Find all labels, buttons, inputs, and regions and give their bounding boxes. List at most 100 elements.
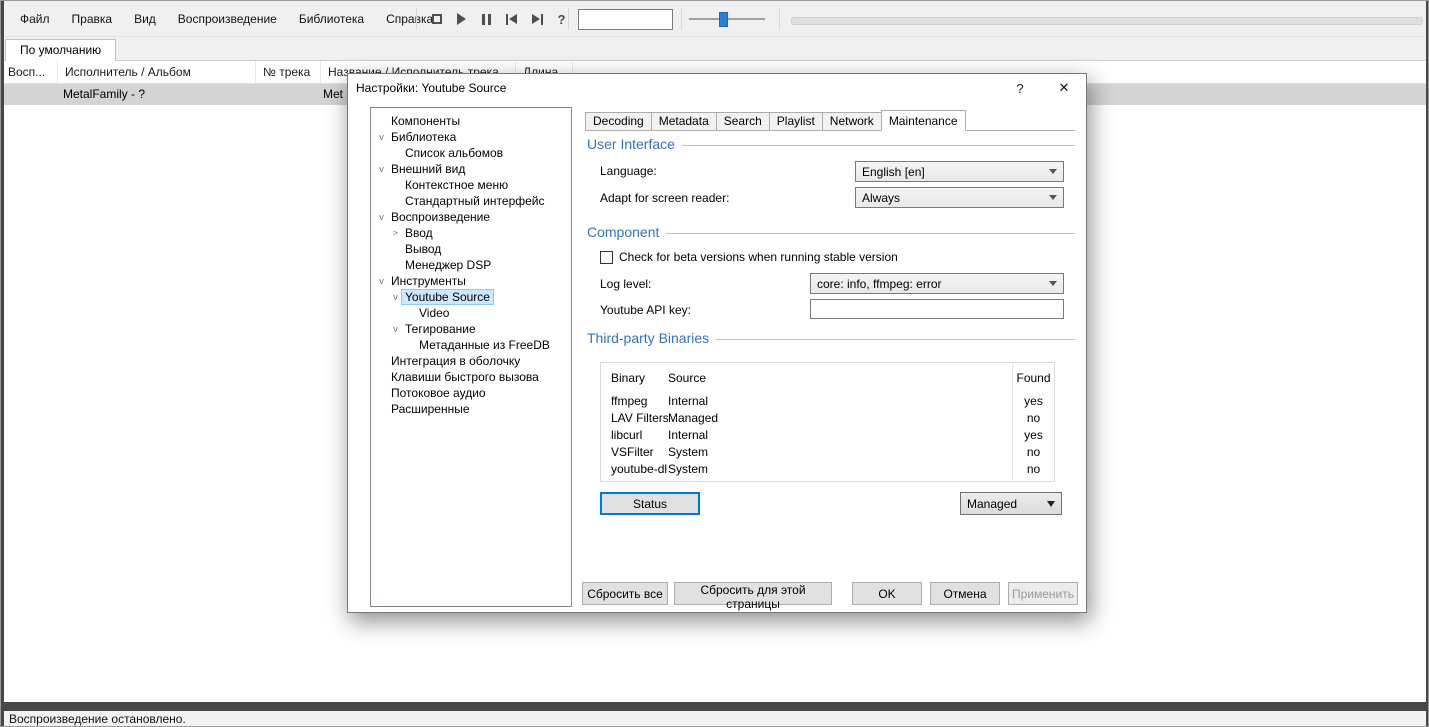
tree-item-19[interactable]: Расширенные [371, 401, 571, 417]
tree-item-9[interactable]: Вывод [371, 241, 571, 257]
status-button[interactable]: Status [600, 492, 700, 515]
cell-source: System [668, 462, 1013, 476]
tree-item-label: Инструменты [388, 274, 469, 288]
tree-item-7[interactable]: vВоспроизведение [371, 209, 571, 225]
cell-binary: LAV Filters [601, 411, 668, 425]
stop-button[interactable] [425, 8, 448, 30]
tree-item-2[interactable]: vБиблиотека [371, 129, 571, 145]
reset-page-button[interactable]: Сбросить для этой страницы [674, 582, 832, 605]
tab-playlist[interactable]: Playlist [769, 112, 823, 130]
menu-item-3[interactable]: Вид [123, 12, 167, 26]
menu-item-2[interactable]: Правка [61, 12, 124, 26]
chevron-down-icon [1049, 281, 1057, 286]
menu-item-5[interactable]: Библиотека [288, 12, 375, 26]
play-button[interactable] [450, 8, 473, 30]
tree-expanded-icon: v [389, 324, 402, 334]
tree-item-16[interactable]: Интеграция в оболочку [371, 353, 571, 369]
column-header-1[interactable]: Восп... [1, 61, 58, 83]
column-header-2[interactable]: Исполнитель / Альбом [58, 61, 256, 83]
pause-button[interactable] [475, 8, 498, 30]
dialog-title: Настройки: Youtube Source [356, 74, 506, 102]
screen-reader-value: Always [862, 191, 900, 205]
tab-network[interactable]: Network [822, 112, 882, 130]
cell-binary: VSFilter [601, 445, 668, 459]
binaries-col-source: Source [668, 371, 1013, 385]
youtube-api-key-input[interactable] [810, 299, 1064, 319]
pause-icon [482, 14, 491, 25]
playlist-tab[interactable]: По умолчанию [5, 39, 116, 61]
managed-label: Managed [967, 497, 1017, 511]
section-header-component: Component [587, 224, 1075, 240]
tree-item-label: Вывод [402, 242, 444, 256]
menu-item-4[interactable]: Воспроизведение [167, 12, 288, 26]
tree-item-label: Внешний вид [388, 162, 468, 176]
tree-item-8[interactable]: >Ввод [371, 225, 571, 241]
ok-button[interactable]: OK [852, 582, 922, 605]
dialog-tabs: DecodingMetadataSearchPlaylistNetworkMai… [585, 110, 1075, 131]
seekbar[interactable] [791, 17, 1423, 25]
tree-item-label: Контекстное меню [402, 178, 511, 192]
tree-item-label: Потоковое аудио [388, 386, 489, 400]
beta-checkbox-row[interactable]: Check for beta versions when running sta… [600, 250, 898, 264]
tree-item-11[interactable]: vИнструменты [371, 273, 571, 289]
tree-expanded-icon: v [389, 292, 402, 302]
tab-maintenance[interactable]: Maintenance [881, 110, 966, 131]
binaries-table: BinarySourceFound ffmpegInternalyesLAV F… [600, 362, 1055, 482]
volume-handle[interactable] [719, 12, 728, 27]
preferences-dialog: Настройки: Youtube Source ? ✕ Компоненты… [347, 73, 1087, 613]
tab-search[interactable]: Search [716, 112, 770, 130]
beta-checkbox[interactable] [600, 251, 613, 264]
window-border-bottom [1, 702, 1428, 711]
tab-metadata[interactable]: Metadata [651, 112, 717, 130]
tree-item-label: Расширенные [388, 402, 473, 416]
tree-item-label: Стандартный интерфейс [402, 194, 548, 208]
reset-all-button[interactable]: Сбросить все [582, 582, 668, 605]
tree-item-label: Интеграция в оболочку [388, 354, 523, 368]
section-header-user-interface: User Interface [587, 136, 1075, 152]
tree-item-10[interactable]: Менеджер DSP [371, 257, 571, 273]
binaries-row-5[interactable]: youtube-dlSystemno [601, 460, 1054, 477]
dialog-titlebar[interactable]: Настройки: Youtube Source ? ✕ [348, 74, 1086, 102]
binaries-row-4[interactable]: VSFilterSystemno [601, 443, 1054, 460]
cell-found: no [1013, 462, 1054, 476]
tree-item-15[interactable]: Метаданные из FreeDB [371, 337, 571, 353]
tree-expanded-icon: v [375, 164, 388, 174]
tree-item-17[interactable]: Клавиши быстрого вызова [371, 369, 571, 385]
binaries-row-1[interactable]: ffmpegInternalyes [601, 392, 1054, 409]
youtube-api-key-label: Youtube API key: [600, 303, 691, 317]
tree-item-5[interactable]: Контекстное меню [371, 177, 571, 193]
tree-item-6[interactable]: Стандартный интерфейс [371, 193, 571, 209]
tree-expanded-icon: v [375, 132, 388, 142]
close-button[interactable]: ✕ [1044, 74, 1084, 102]
tree-item-13[interactable]: Video [371, 305, 571, 321]
menu-item-1[interactable]: Файл [9, 12, 61, 26]
screen-reader-select[interactable]: Always [855, 187, 1064, 208]
language-select[interactable]: English [en] [855, 161, 1064, 182]
tree-item-3[interactable]: Список альбомов [371, 145, 571, 161]
help-button[interactable]: ? [1003, 74, 1037, 102]
section-header-third-party-binaries: Third-party Binaries [587, 330, 1075, 346]
section-title: Component [587, 224, 659, 240]
previous-button[interactable] [500, 8, 523, 30]
tree-item-18[interactable]: Потоковое аудио [371, 385, 571, 401]
binaries-col-binary: Binary [601, 371, 668, 385]
column-header-3[interactable]: № трека [256, 61, 321, 83]
volume-slider[interactable] [689, 12, 765, 27]
log-level-select[interactable]: core: info, ffmpeg: error [810, 273, 1064, 294]
help-button[interactable]: ? [550, 8, 573, 30]
tree-item-label: Библиотека [388, 130, 459, 144]
binaries-row-2[interactable]: LAV FiltersManagedno [601, 409, 1054, 426]
cell-found: no [1013, 411, 1054, 425]
search-input[interactable] [578, 9, 673, 30]
cell-found: no [1013, 445, 1054, 459]
next-button[interactable] [525, 8, 548, 30]
tree-item-14[interactable]: vТегирование [371, 321, 571, 337]
tree-item-4[interactable]: vВнешний вид [371, 161, 571, 177]
cancel-button[interactable]: Отмена [930, 582, 1000, 605]
tree: КомпонентыvБиблиотекаСписок альбомовvВне… [370, 107, 572, 607]
managed-dropdown[interactable]: Managed [960, 492, 1062, 515]
binaries-row-3[interactable]: libcurlInternalyes [601, 426, 1054, 443]
tree-item-12[interactable]: vYoutube Source [371, 289, 571, 305]
tree-item-1[interactable]: Компоненты [371, 113, 571, 129]
tab-decoding[interactable]: Decoding [585, 112, 652, 130]
